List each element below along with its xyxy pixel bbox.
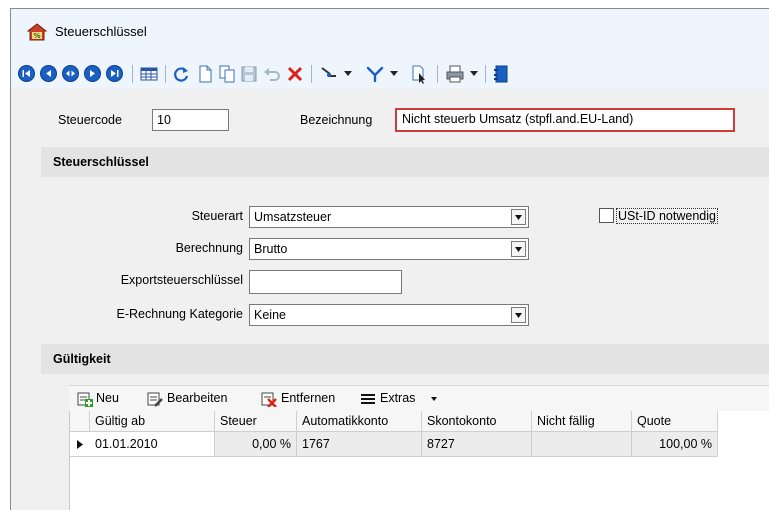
cell-gueltig-ab[interactable]: 01.01.2010 [90, 432, 215, 457]
bearbeiten-label: Bearbeiten [167, 391, 228, 405]
grid-toolbar: Neu Bearbeiten Entfernen Extras [69, 385, 769, 411]
ustid-checkbox[interactable] [599, 208, 614, 223]
bezeichnung-input[interactable]: Nicht steuerb Umsatz (stpfl.and.EU-Land) [395, 108, 735, 132]
column-header-skontokonto[interactable]: Skontokonto [422, 411, 532, 432]
save-icon[interactable] [239, 64, 259, 84]
new-document-icon[interactable] [195, 64, 215, 84]
erechnung-kategorie-select[interactable]: Keine [249, 304, 529, 326]
column-header-steuer[interactable]: Steuer [215, 411, 297, 432]
remove-row-icon [261, 392, 277, 407]
toolbar-separator [485, 65, 486, 83]
steuerart-select[interactable]: Umsatzsteuer [249, 206, 529, 228]
current-row-indicator[interactable] [70, 432, 90, 457]
chevron-down-icon[interactable] [343, 68, 353, 78]
next-record-icon[interactable] [84, 65, 101, 82]
steuercode-label: Steuercode [58, 113, 122, 127]
add-row-icon [77, 392, 93, 407]
tax-key-app-icon: % [27, 23, 47, 41]
notebook-icon[interactable] [491, 64, 511, 84]
berechnung-value: Brutto [254, 242, 288, 256]
berechnung-select[interactable]: Brutto [249, 238, 529, 260]
erechnung-dropdown-button[interactable] [511, 307, 526, 323]
extras-label: Extras [380, 391, 416, 405]
steuerschluessel-window: % Steuerschlüssel Steuercode 10 Bezeichn… [10, 8, 769, 510]
column-header-automatikkonto[interactable]: Automatikkonto [297, 411, 422, 432]
edit-row-icon [147, 392, 163, 407]
exportsteuerschluessel-input[interactable] [249, 270, 402, 294]
form-area: Steuercode 10 Bezeichnung Nicht steuerb … [11, 89, 769, 510]
hamburger-menu-icon [361, 394, 375, 404]
chevron-down-icon[interactable] [469, 68, 479, 78]
cell-quote[interactable]: 100,00 % [632, 432, 718, 457]
bezeichnung-label: Bezeichnung [300, 113, 373, 127]
extras-menu-button[interactable]: Extras [360, 390, 452, 408]
first-record-icon[interactable] [18, 65, 35, 82]
bearbeiten-button[interactable]: Bearbeiten [147, 390, 247, 408]
column-header-nicht-faellig[interactable]: Nicht fällig [532, 411, 632, 432]
entfernen-button[interactable]: Entfernen [261, 390, 357, 408]
record-selector-icon[interactable] [62, 65, 79, 82]
filter-icon[interactable] [365, 64, 385, 84]
window-title: Steuerschlüssel [55, 24, 147, 39]
row-header-corner [70, 411, 90, 432]
row-pointer-icon [77, 440, 83, 449]
gueltigkeit-grid[interactable]: Gültig ab Steuer Automatikkonto Skontoko… [69, 411, 769, 510]
last-record-icon[interactable] [106, 65, 123, 82]
berechnung-label: Berechnung [175, 241, 243, 255]
column-header-gueltig-ab[interactable]: Gültig ab [90, 411, 215, 432]
cell-automatikkonto[interactable]: 1767 [297, 432, 422, 457]
copy-document-icon[interactable] [217, 64, 237, 84]
erechnung-kategorie-value: Keine [254, 308, 286, 322]
section-gueltigkeit: Gültigkeit [41, 344, 769, 374]
print-icon[interactable] [445, 64, 465, 84]
steuercode-input[interactable]: 10 [152, 109, 229, 131]
cell-nicht-faellig[interactable] [532, 432, 632, 457]
ustid-label[interactable]: USt-ID notwendig [616, 208, 718, 224]
toolbar-separator [311, 65, 312, 83]
delete-icon[interactable] [285, 64, 305, 84]
main-toolbar [11, 59, 769, 89]
chevron-down-icon [431, 397, 437, 401]
refresh-icon[interactable] [171, 64, 191, 84]
entfernen-label: Entfernen [281, 391, 336, 405]
section-steuerschluessel: Steuerschlüssel [41, 147, 769, 177]
chevron-down-icon [515, 247, 522, 252]
search-tool-icon[interactable] [319, 64, 339, 84]
previous-record-icon[interactable] [40, 65, 57, 82]
undo-icon[interactable] [262, 64, 282, 84]
exportsteuerschluessel-label: Exportsteuerschlüssel [120, 273, 243, 287]
document-cursor-icon[interactable] [409, 64, 429, 84]
chevron-down-icon[interactable] [389, 68, 399, 78]
erechnung-kategorie-label: E-Rechnung Kategorie [116, 307, 243, 321]
toolbar-separator [437, 65, 438, 83]
toolbar-separator [132, 65, 133, 83]
chevron-down-icon [515, 215, 522, 220]
steuerart-value: Umsatzsteuer [254, 210, 332, 224]
svg-text:%: % [33, 32, 40, 40]
title-bar: % Steuerschlüssel [11, 9, 769, 59]
cell-skontokonto[interactable]: 8727 [422, 432, 532, 457]
neu-label: Neu [96, 391, 119, 405]
steuerart-label: Steuerart [191, 209, 243, 223]
column-header-quote[interactable]: Quote [632, 411, 718, 432]
toolbar-separator [165, 65, 166, 83]
chevron-down-icon [515, 313, 522, 318]
cell-steuer[interactable]: 0,00 % [215, 432, 297, 457]
steuerart-dropdown-button[interactable] [511, 209, 526, 225]
neu-button[interactable]: Neu [77, 390, 121, 408]
berechnung-dropdown-button[interactable] [511, 241, 526, 257]
table-view-icon[interactable] [139, 64, 159, 84]
